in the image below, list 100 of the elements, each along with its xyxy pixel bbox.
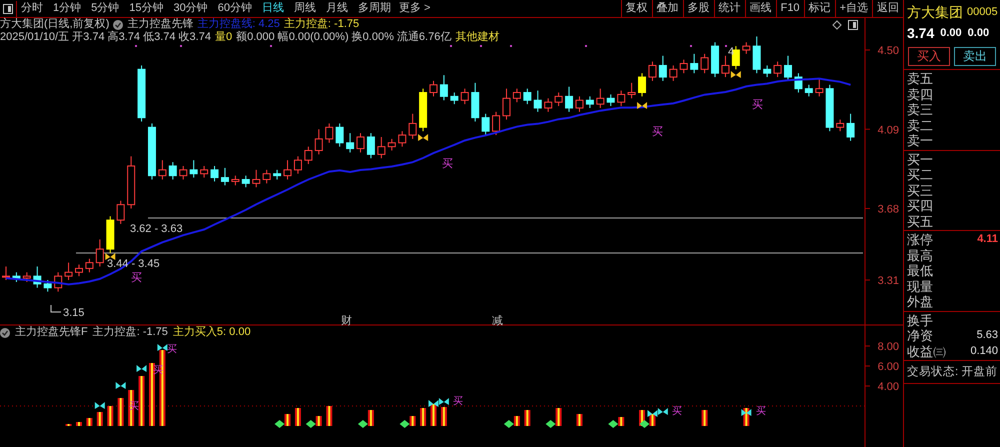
stock-name: 方大集团 [907, 4, 963, 20]
diamond-icon [504, 420, 514, 428]
indicator-buy-value: 主力买入5: 0.00 [172, 326, 251, 339]
sell-button[interactable]: 卖出 [954, 46, 996, 66]
candlestick [836, 119, 844, 132]
buy-signal-label: 买 [129, 401, 139, 412]
price-change: 0.00 [940, 26, 962, 42]
diamond-icon [608, 420, 618, 428]
volume-value: 量0 [214, 31, 232, 44]
indicator-value: 主力控盘: -1.75 [284, 18, 360, 31]
bid-level-label: 买五 [907, 214, 933, 229]
toolbar-button[interactable]: 返回 [872, 0, 903, 18]
bid-level-label: 买一 [907, 152, 933, 167]
candlestick [440, 74, 448, 101]
candlestick [408, 113, 417, 140]
period-tab[interactable]: 周线 [294, 0, 316, 17]
candlestick [33, 266, 42, 288]
indicator-axis-label: 6.00 [878, 361, 899, 373]
candlestick [356, 132, 364, 153]
toolbar-button[interactable]: 多股 [682, 0, 714, 18]
period-tab[interactable]: 15分钟 [129, 0, 164, 17]
indicator-toggle-icon[interactable] [0, 328, 10, 338]
period-tab[interactable]: 多周期 [358, 0, 391, 17]
indicator-bar [514, 416, 520, 426]
diamond-icon [306, 420, 316, 428]
panel-toggle-icon[interactable] [3, 4, 13, 14]
indicator-axis-label: 8.00 [878, 341, 899, 353]
stat-label: 现量 [907, 278, 933, 294]
indicator-line-value: 主力控盘线: 4.25 [197, 18, 280, 30]
panel-toggle-icon[interactable] [848, 20, 858, 30]
candlestick [460, 88, 469, 105]
event-label: 财 [341, 315, 352, 327]
toolbar-button[interactable]: 画线 [744, 0, 776, 18]
indicator-bar [440, 407, 447, 426]
candlestick [210, 165, 219, 182]
candlestick [158, 160, 166, 180]
indicator-bar [138, 376, 145, 426]
period-tab[interactable]: 月线 [326, 0, 348, 17]
candlestick [804, 84, 813, 97]
bid-level-label: 买四 [907, 198, 933, 214]
indicator-bar [649, 414, 656, 426]
stat-label: 净资 [907, 328, 933, 344]
indicator-bar [294, 408, 301, 426]
candlestick [200, 165, 208, 178]
indicator-bar [96, 412, 103, 426]
indicator-bar [524, 410, 530, 426]
more-button[interactable]: 更多 > [399, 0, 430, 17]
period-tab[interactable]: 60分钟 [218, 0, 252, 17]
candlestick [492, 111, 500, 136]
candlestick [75, 264, 83, 277]
buy-button[interactable]: 买入 [908, 46, 950, 66]
candlestick [325, 122, 334, 144]
candlestick [106, 216, 114, 254]
stat-value: 5.63 [976, 328, 998, 343]
toolbar-button[interactable]: 叠加 [652, 0, 683, 18]
stat-label: 最低 [907, 263, 933, 278]
period-tab[interactable]: 分时 [21, 0, 43, 17]
toolbar-button[interactable]: F10 [776, 0, 804, 18]
indicator-bar [420, 408, 426, 426]
candlestick [304, 146, 312, 165]
toolbar-button[interactable]: +自选 [834, 0, 872, 18]
indicator-toggle-icon[interactable] [113, 20, 124, 30]
stat-label: 换手 [907, 312, 933, 328]
candlestick [752, 36, 761, 74]
candlestick [64, 262, 73, 281]
period-tab[interactable]: 日线 [262, 0, 284, 17]
candlestick [700, 53, 709, 74]
candlestick [544, 98, 552, 112]
candlestick [450, 92, 458, 105]
toolbar-button[interactable]: 复权 [620, 0, 652, 18]
candlestick [2, 266, 10, 281]
ask-level-label: 卖三 [907, 102, 933, 118]
indicator-bar [326, 406, 332, 426]
candlestick [648, 61, 656, 82]
period-tab[interactable]: 30分钟 [174, 0, 208, 17]
diamond-icon [358, 420, 368, 428]
indicator-bar [368, 410, 374, 426]
indicator-bar [702, 410, 708, 426]
trading-status: 交易状态: 开盘前 [907, 366, 998, 378]
indicator-value: 主力控盘: -1.75 [92, 326, 168, 339]
candlestick [502, 88, 510, 120]
candlestick [711, 42, 720, 78]
leader-line [50, 304, 62, 312]
candlestick [523, 88, 532, 105]
candlestick [388, 138, 396, 152]
toolbar-button[interactable]: 统计 [714, 0, 745, 18]
candlestick [220, 167, 229, 186]
candlestick [127, 156, 136, 209]
candlestick [252, 169, 260, 188]
candlestick [179, 165, 188, 180]
diamond-icon[interactable] [832, 20, 842, 30]
candlestick [377, 136, 386, 159]
period-tab[interactable]: 1分钟 [53, 0, 82, 17]
period-tab[interactable]: 5分钟 [91, 0, 120, 17]
price-axis-label: 3.31 [878, 275, 899, 288]
chart-title: 方大集团(日线,前复权) [0, 18, 110, 30]
buy-signal-label: 买 [442, 158, 453, 170]
industry-label: 其他建材 [455, 31, 500, 44]
toolbar-button[interactable]: 标记 [804, 0, 835, 18]
butterfly-icon [116, 382, 126, 389]
